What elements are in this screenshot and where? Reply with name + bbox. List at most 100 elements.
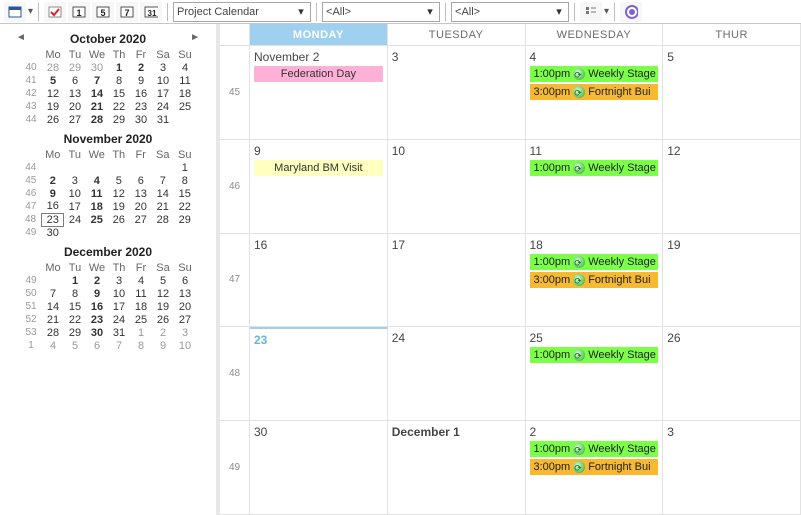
- mini-day[interactable]: 2: [130, 61, 152, 74]
- mini-day[interactable]: 10: [108, 287, 130, 300]
- filter1-select[interactable]: <All> ▾: [322, 2, 440, 22]
- mini-day[interactable]: 24: [152, 100, 174, 113]
- mini-day[interactable]: 2: [42, 174, 64, 187]
- mini-day[interactable]: 1: [174, 161, 196, 174]
- mini-day[interactable]: 18: [130, 300, 152, 313]
- mini-day[interactable]: 30: [130, 113, 152, 126]
- mini-day[interactable]: 5: [42, 74, 64, 87]
- mini-day[interactable]: 19: [108, 200, 130, 213]
- mini-day[interactable]: 20: [174, 300, 196, 313]
- mini-day[interactable]: 3: [108, 274, 130, 287]
- mini-day[interactable]: [108, 161, 130, 174]
- calendar-event[interactable]: 1:00pmWeekly Stage: [530, 160, 659, 176]
- mini-day[interactable]: [174, 226, 196, 239]
- mini-day[interactable]: 5: [64, 339, 86, 352]
- day-cell[interactable]: 9Maryland BM Visit: [250, 140, 388, 233]
- mini-day[interactable]: 16: [42, 200, 64, 213]
- mini-day[interactable]: 25: [130, 313, 152, 326]
- mini-day[interactable]: 9: [152, 339, 174, 352]
- day-cell[interactable]: 111:00pmWeekly Stage: [526, 140, 664, 233]
- mini-day[interactable]: 17: [152, 87, 174, 100]
- mini-day[interactable]: 14: [86, 87, 108, 100]
- day-cell[interactable]: 23: [250, 327, 388, 420]
- mini-day[interactable]: 28: [86, 113, 108, 126]
- mini-day[interactable]: 26: [108, 213, 130, 226]
- mini-day[interactable]: 23: [130, 100, 152, 113]
- mini-day[interactable]: 17: [64, 200, 86, 213]
- mini-day[interactable]: 10: [174, 339, 196, 352]
- mini-day[interactable]: 8: [108, 74, 130, 87]
- calendar-grid-icon[interactable]: [4, 2, 26, 22]
- next-month-icon[interactable]: ►: [190, 32, 200, 43]
- mini-day[interactable]: 16: [86, 300, 108, 313]
- mini-day[interactable]: 23: [86, 313, 108, 326]
- mini-day[interactable]: 10: [152, 74, 174, 87]
- day-cell[interactable]: 5: [663, 46, 801, 139]
- mini-day[interactable]: 9: [86, 287, 108, 300]
- mini-day[interactable]: 29: [64, 326, 86, 339]
- options-icon[interactable]: [580, 2, 602, 22]
- day-cell[interactable]: 251:00pmWeekly Stage: [526, 327, 664, 420]
- mini-day[interactable]: 25: [174, 100, 196, 113]
- mini-day[interactable]: 8: [130, 339, 152, 352]
- mini-calendar[interactable]: ◄October 2020►MoTuWeThFrSaSu402829301234…: [10, 30, 206, 126]
- mini-day[interactable]: 13: [174, 287, 196, 300]
- day-cell[interactable]: 10: [388, 140, 526, 233]
- mini-day[interactable]: 1: [108, 61, 130, 74]
- mini-day[interactable]: 21: [42, 313, 64, 326]
- mini-day[interactable]: 13: [130, 187, 152, 200]
- mini-day[interactable]: 25: [86, 213, 108, 226]
- day-cell[interactable]: 19: [663, 234, 801, 327]
- mini-day[interactable]: 18: [174, 87, 196, 100]
- mini-day[interactable]: 21: [86, 100, 108, 113]
- day-cell[interactable]: 21:00pmWeekly Stage3:00pmFortnight Bui: [526, 421, 664, 514]
- mini-day[interactable]: [152, 161, 174, 174]
- day-cell[interactable]: 30: [250, 421, 388, 514]
- mini-calendar[interactable]: December 2020MoTuWeThFrSaSu4912345650789…: [10, 243, 206, 352]
- mini-day[interactable]: 26: [152, 313, 174, 326]
- mini-day[interactable]: 3: [64, 174, 86, 187]
- day-cell[interactable]: December 1: [388, 421, 526, 514]
- mini-day[interactable]: 16: [130, 87, 152, 100]
- mini-day[interactable]: 24: [108, 313, 130, 326]
- mini-day[interactable]: 22: [64, 313, 86, 326]
- calendar-event[interactable]: 1:00pmWeekly Stage: [530, 347, 659, 363]
- mini-day[interactable]: [108, 226, 130, 239]
- mini-day[interactable]: 29: [64, 61, 86, 74]
- day-cell[interactable]: 181:00pmWeekly Stage3:00pmFortnight Bui: [526, 234, 664, 327]
- mini-day[interactable]: 10: [64, 187, 86, 200]
- mini-day[interactable]: 6: [174, 274, 196, 287]
- mini-day[interactable]: 27: [64, 113, 86, 126]
- mini-day[interactable]: 1: [64, 274, 86, 287]
- mini-day[interactable]: 2: [86, 274, 108, 287]
- calendar-event[interactable]: Maryland BM Visit: [254, 160, 383, 176]
- calendar-event[interactable]: 3:00pmFortnight Bui: [530, 272, 659, 288]
- day-cell[interactable]: 16: [250, 234, 388, 327]
- mini-day[interactable]: [42, 274, 64, 287]
- mini-day[interactable]: [174, 113, 196, 126]
- mini-day[interactable]: [152, 226, 174, 239]
- mini-day[interactable]: 30: [42, 226, 64, 239]
- calendar-event[interactable]: 3:00pmFortnight Bui: [530, 84, 659, 100]
- mini-day[interactable]: 12: [108, 187, 130, 200]
- day-header[interactable]: THUR: [663, 24, 801, 45]
- day-cell[interactable]: 17: [388, 234, 526, 327]
- mini-day[interactable]: 20: [130, 200, 152, 213]
- mini-day[interactable]: 14: [42, 300, 64, 313]
- calendar-event[interactable]: 1:00pmWeekly Stage: [530, 441, 659, 457]
- mini-day[interactable]: 31: [108, 326, 130, 339]
- mini-day[interactable]: 1: [130, 326, 152, 339]
- mini-day[interactable]: 4: [42, 339, 64, 352]
- mini-day[interactable]: 14: [152, 187, 174, 200]
- day-cell[interactable]: 41:00pmWeekly Stage3:00pmFortnight Bui: [526, 46, 664, 139]
- mini-day[interactable]: 6: [130, 174, 152, 187]
- mini-day[interactable]: 15: [108, 87, 130, 100]
- mini-day[interactable]: 28: [42, 326, 64, 339]
- mini-day[interactable]: 22: [108, 100, 130, 113]
- mini-day[interactable]: 4: [86, 174, 108, 187]
- mini-day[interactable]: 6: [86, 339, 108, 352]
- calendar-event[interactable]: Federation Day: [254, 66, 383, 82]
- mini-day[interactable]: 21: [152, 200, 174, 213]
- day-cell[interactable]: 26: [663, 327, 801, 420]
- mini-day[interactable]: 29: [174, 213, 196, 226]
